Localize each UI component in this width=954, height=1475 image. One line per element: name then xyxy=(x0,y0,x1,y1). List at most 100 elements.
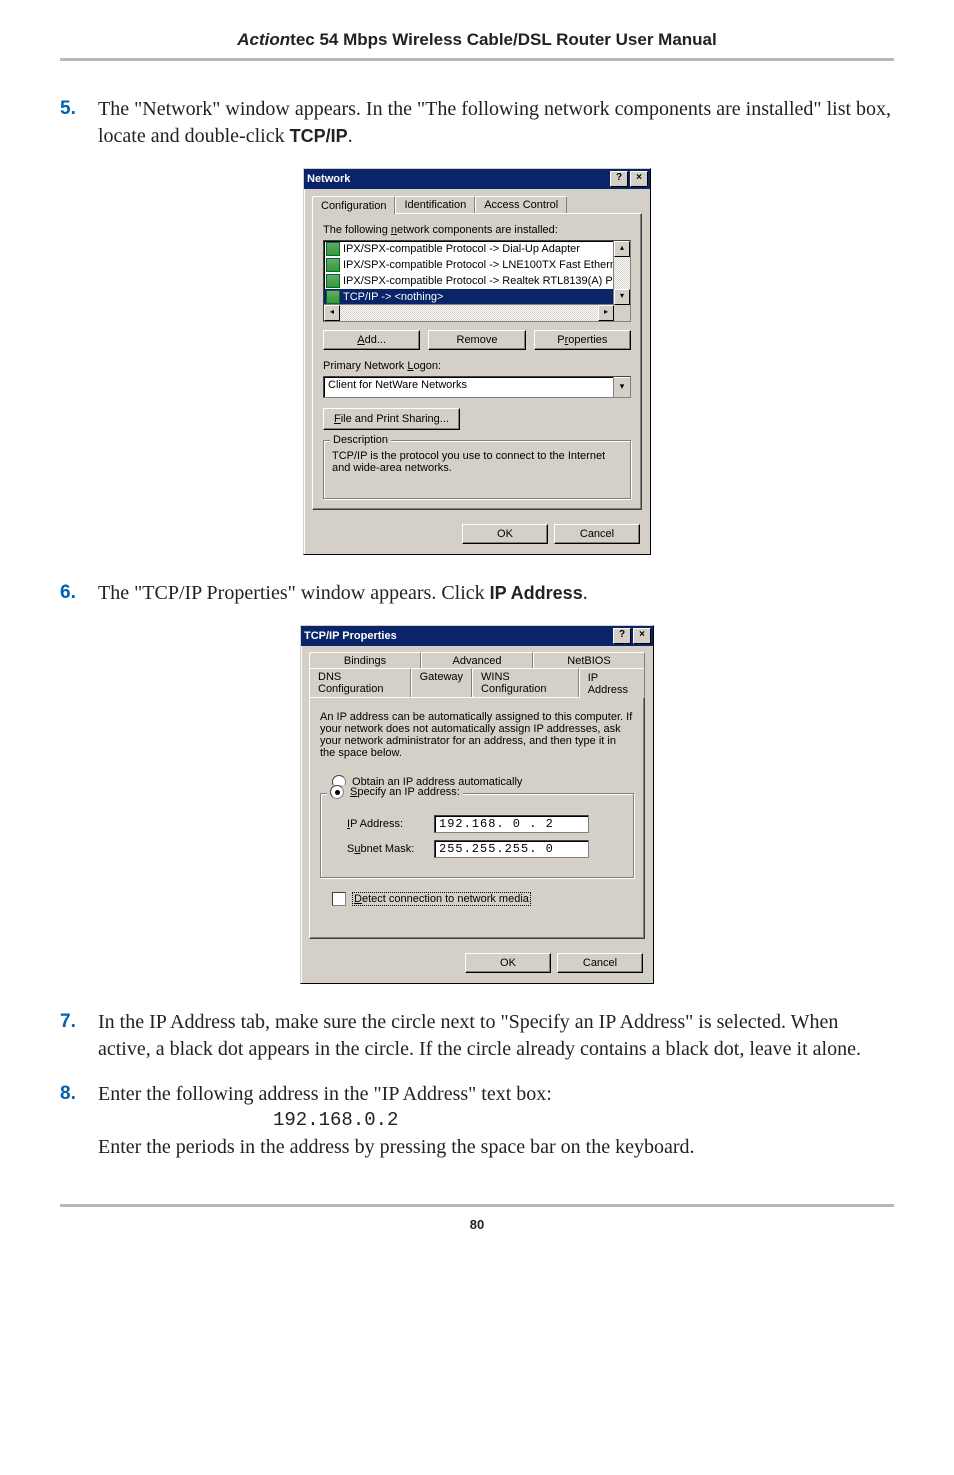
step-6-bold-sc: IP xyxy=(490,583,507,603)
protocol-icon xyxy=(326,274,340,288)
tab-netbios[interactable]: NetBIOS xyxy=(533,652,645,669)
step-8: 8. Enter the following address in the "I… xyxy=(60,1081,894,1161)
close-button[interactable]: × xyxy=(633,628,651,644)
step-7: 7. In the IP Address tab, make sure the … xyxy=(60,1009,894,1063)
tcpip-dialog-title: TCP/IP Properties xyxy=(304,630,611,642)
step-6-num: 6. xyxy=(60,580,98,607)
tab-advanced[interactable]: Advanced xyxy=(421,652,533,669)
step-7-pre: In the xyxy=(98,1011,149,1033)
step-6-body: The "TCP/IP Properties" window appears. … xyxy=(98,580,894,607)
step-6: 6. The "TCP/IP Properties" window appear… xyxy=(60,580,894,607)
step-8-post: Enter the periods in the address by pres… xyxy=(98,1136,694,1158)
step-7-sc2: IP xyxy=(599,1011,616,1033)
step-5-end: . xyxy=(348,125,353,147)
file-print-sharing-button[interactable]: File and Print Sharing... xyxy=(323,408,460,430)
step-8-mid: Address" text box: xyxy=(399,1083,552,1105)
page-footer: 80 xyxy=(0,1176,954,1262)
network-dialog-title: Network xyxy=(307,173,608,185)
step-7-mid1: Address tab, make sure the circle next t… xyxy=(166,1011,598,1033)
primary-logon-combo[interactable]: Client for NetWare Networks ▾ xyxy=(323,376,631,398)
footer-rule xyxy=(60,1204,894,1207)
dropdown-icon[interactable]: ▾ xyxy=(613,377,630,397)
scroll-track[interactable] xyxy=(340,305,598,321)
scroll-track[interactable] xyxy=(614,257,630,289)
components-listbox[interactable]: IPX/SPX-compatible Protocol -> Dial-Up A… xyxy=(323,240,631,322)
close-button[interactable]: × xyxy=(630,171,648,187)
ip-address-input[interactable]: 192.168. 0 . 2 xyxy=(434,815,589,833)
step-7-sc1: IP xyxy=(149,1011,166,1033)
step-5-num: 5. xyxy=(60,96,98,150)
step-5-text: The "Network" window appears. In the "Th… xyxy=(98,98,891,147)
ok-button[interactable]: OK xyxy=(465,953,551,973)
radio-specify-ip[interactable]: Specify an IP address: xyxy=(330,785,460,799)
list-item-label: TCP/IP -> <nothing> xyxy=(343,291,443,303)
list-item-label: IPX/SPX-compatible Protocol -> Dial-Up A… xyxy=(343,243,580,255)
scroll-left-icon[interactable]: ◂ xyxy=(324,305,340,321)
radio-specify-label: Specify an IP address: xyxy=(350,786,460,798)
vertical-scrollbar[interactable]: ▴ ▾ xyxy=(613,241,630,305)
ip-address-label: IP Address: xyxy=(347,818,422,830)
tab-wins[interactable]: WINS Configuration xyxy=(472,668,579,697)
radio-dot-icon xyxy=(335,790,340,795)
step-6-sc: TCP/IP xyxy=(142,582,201,604)
description-legend: Description xyxy=(330,434,391,446)
properties-button[interactable]: Properties xyxy=(534,330,631,350)
step-8-num: 8. xyxy=(60,1081,98,1161)
page-header: Actiontec 54 Mbps Wireless Cable/DSL Rou… xyxy=(60,30,894,58)
header-rule xyxy=(60,58,894,61)
list-item[interactable]: IPX/SPX-compatible Protocol -> Realtek R… xyxy=(324,273,630,289)
help-button[interactable]: ? xyxy=(613,628,631,644)
tcpip-dialog: TCP/IP Properties ? × Bindings Advanced … xyxy=(300,625,654,984)
tcpip-description: An IP address can be automatically assig… xyxy=(320,711,634,759)
tab-configuration[interactable]: Configuration xyxy=(312,196,395,214)
detect-connection-checkbox[interactable]: Detect connection to network media xyxy=(332,892,634,906)
step-7-body: In the IP Address tab, make sure the cir… xyxy=(98,1009,894,1063)
detect-connection-label: Detect connection to network media xyxy=(352,892,531,906)
list-item[interactable]: IPX/SPX-compatible Protocol -> Dial-Up A… xyxy=(324,241,630,257)
remove-button[interactable]: Remove xyxy=(428,330,525,350)
checkbox-icon xyxy=(332,892,346,906)
protocol-icon xyxy=(326,290,340,304)
subnet-mask-label: Subnet Mask: xyxy=(347,843,422,855)
ok-button[interactable]: OK xyxy=(462,524,548,544)
subnet-mask-input[interactable]: 255.255.255. 0 xyxy=(434,840,589,858)
scroll-right-icon[interactable]: ▸ xyxy=(598,305,614,321)
list-item[interactable]: IPX/SPX-compatible Protocol -> LNE100TX … xyxy=(324,257,630,273)
protocol-icon xyxy=(326,258,340,272)
tab-ip-address[interactable]: IP Address xyxy=(579,668,645,698)
brand-rest: tec xyxy=(290,30,315,49)
horizontal-scrollbar[interactable]: ◂ ▸ xyxy=(324,304,614,321)
list-item-label: IPX/SPX-compatible Protocol -> LNE100TX … xyxy=(343,259,625,271)
brand-italic: Action xyxy=(237,30,290,49)
tab-access-control[interactable]: Access Control xyxy=(475,196,567,213)
description-text: TCP/IP is the protocol you use to connec… xyxy=(332,450,622,474)
step-8-sc: IP xyxy=(382,1083,399,1105)
step-6-pre: The " xyxy=(98,582,142,604)
list-item-selected[interactable]: TCP/IP -> <nothing> xyxy=(324,289,630,305)
network-dialog: Network ? × Configuration Identification… xyxy=(303,168,651,555)
add-button[interactable]: Add... xyxy=(323,330,420,350)
radio-icon xyxy=(330,785,344,799)
protocol-icon xyxy=(326,242,340,256)
page-number: 80 xyxy=(60,1217,894,1232)
scroll-up-icon[interactable]: ▴ xyxy=(614,241,630,257)
cancel-button[interactable]: Cancel xyxy=(554,524,640,544)
step-5-body: The "Network" window appears. In the "Th… xyxy=(98,96,894,150)
step-5: 5. The "Network" window appears. In the … xyxy=(60,96,894,150)
tab-dns[interactable]: DNS Configuration xyxy=(309,668,411,697)
tab-bindings[interactable]: Bindings xyxy=(309,652,421,669)
step-8-pre: Enter the following address in the " xyxy=(98,1083,382,1105)
tab-identification[interactable]: Identification xyxy=(395,196,475,213)
help-button[interactable]: ? xyxy=(610,171,628,187)
tab-gateway[interactable]: Gateway xyxy=(411,668,472,697)
list-item-label: IPX/SPX-compatible Protocol -> Realtek R… xyxy=(343,275,624,287)
cancel-button[interactable]: Cancel xyxy=(557,953,643,973)
primary-logon-label: Primary Network Logon: xyxy=(323,360,631,372)
description-group: Description TCP/IP is the protocol you u… xyxy=(323,440,631,499)
step-6-bold-rest: Address xyxy=(506,583,582,603)
step-6-end: . xyxy=(583,582,588,604)
step-8-body: Enter the following address in the "IP A… xyxy=(98,1081,894,1161)
header-title-rest: 54 Mbps Wireless Cable/DSL Router User M… xyxy=(315,30,717,49)
step-6-mid: Properties" window appears. Click xyxy=(202,582,490,604)
scroll-down-icon[interactable]: ▾ xyxy=(614,289,630,305)
